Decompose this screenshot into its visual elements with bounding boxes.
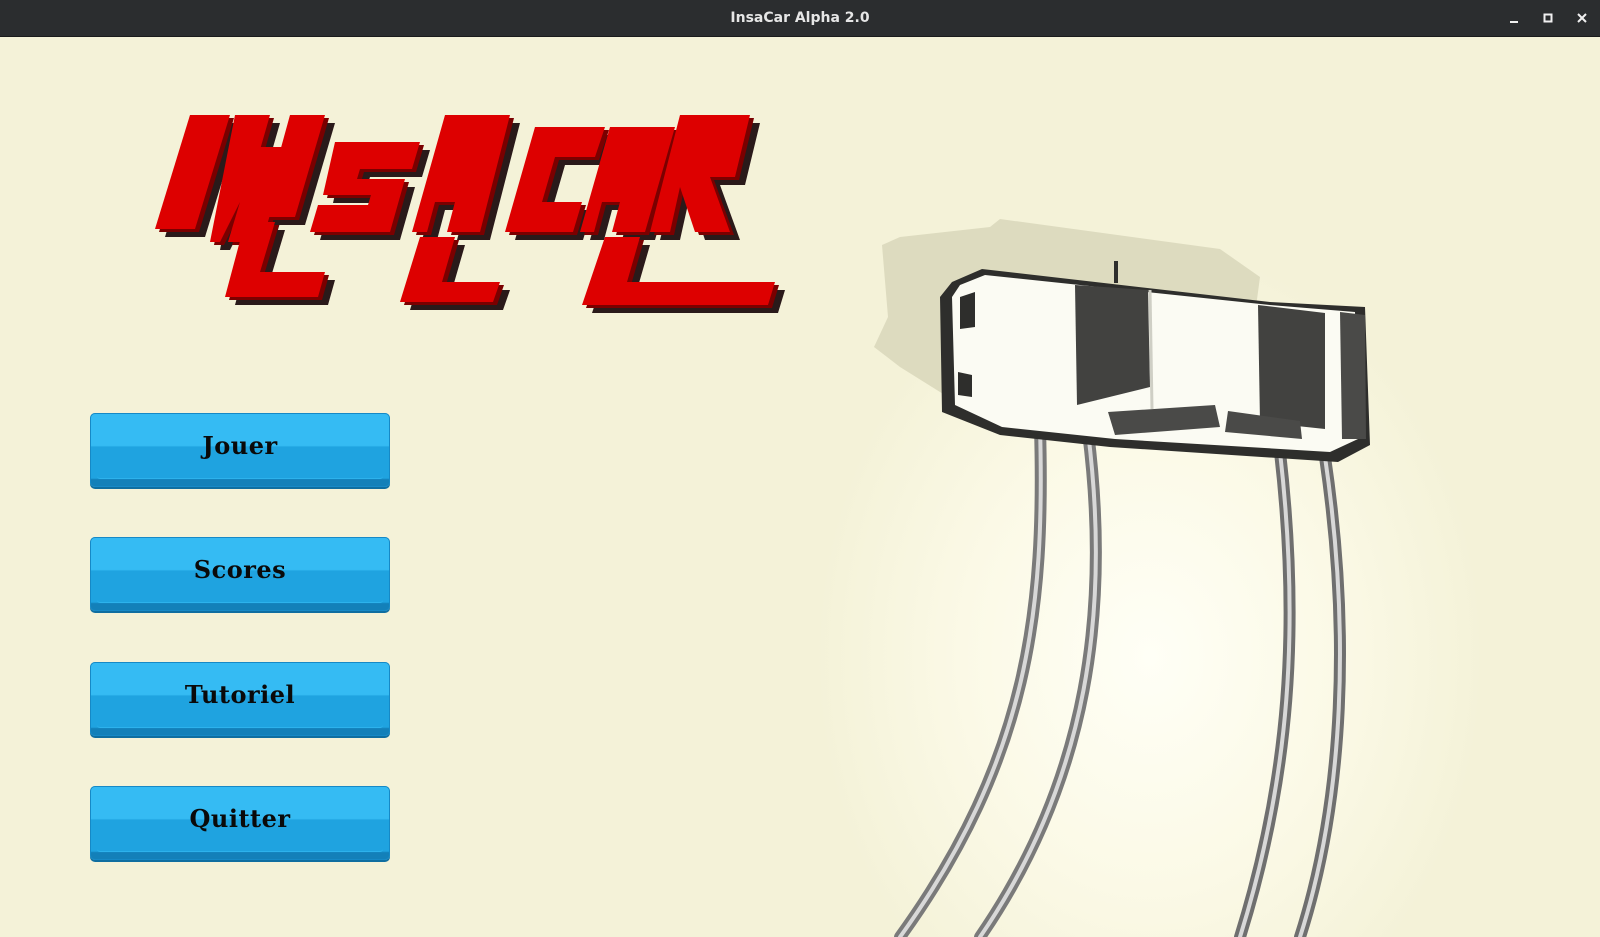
quit-button[interactable]: Quitter [90, 786, 390, 860]
skid-marks [894, 421, 1346, 937]
quit-button-label: Quitter [189, 804, 291, 833]
scores-button-label: Scores [193, 555, 287, 584]
car-body [940, 261, 1370, 462]
drifting-car-illustration [860, 177, 1420, 937]
main-menu-screen: Jouer Scores Tutoriel Quitter [0, 37, 1600, 937]
logo-graphic [155, 115, 785, 313]
title-bar: InsaCar Alpha 2.0 [0, 0, 1600, 37]
game-window: InsaCar Alpha 2.0 Jouer Scores Tutoriel … [0, 0, 1600, 937]
window-title: InsaCar Alpha 2.0 [730, 10, 870, 26]
close-icon [1577, 13, 1587, 23]
play-button[interactable]: Jouer [90, 413, 390, 487]
play-button-label: Jouer [202, 431, 278, 460]
maximize-icon [1543, 13, 1553, 23]
tutorial-button[interactable]: Tutoriel [90, 662, 390, 736]
car-graphic [874, 219, 1370, 937]
scores-button[interactable]: Scores [90, 537, 390, 611]
tutorial-button-label: Tutoriel [184, 680, 296, 709]
minimize-icon [1510, 21, 1518, 23]
close-button[interactable] [1572, 8, 1592, 28]
insacar-logo [150, 107, 800, 317]
maximize-button[interactable] [1538, 8, 1558, 28]
minimize-button[interactable] [1504, 8, 1524, 28]
